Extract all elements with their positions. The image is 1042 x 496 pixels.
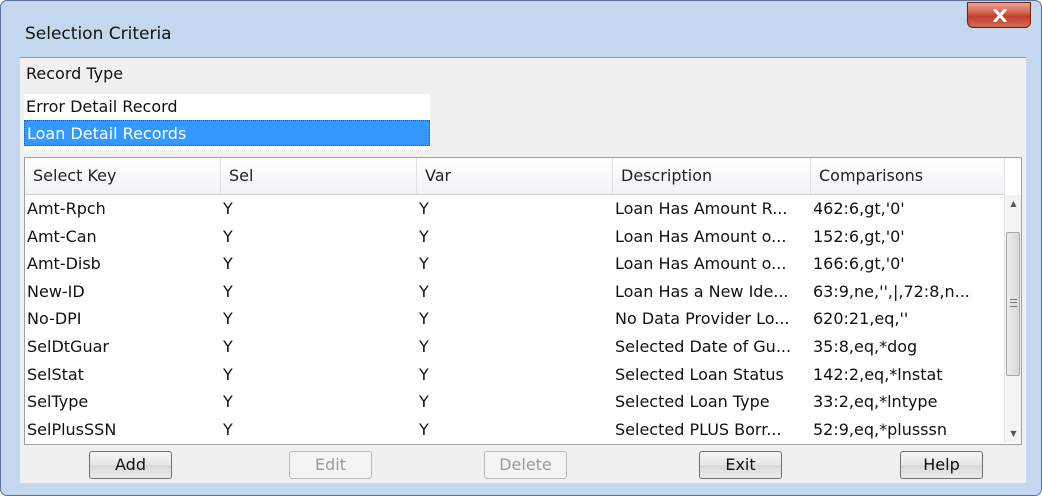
table-row[interactable]: No-DPI Y Y No Data Provider Lo... 620:21… <box>25 305 1005 333</box>
table-row[interactable]: SelPlusSSN Y Y Selected PLUS Borr... 52:… <box>25 416 1005 444</box>
table-row[interactable]: Amt-Rpch Y Y Loan Has Amount R... 462:6,… <box>25 195 1005 223</box>
table-row[interactable]: Amt-Disb Y Y Loan Has Amount o... 166:6,… <box>25 250 1005 278</box>
cell-select-key: New-ID <box>27 281 85 301</box>
cell-select-key: Amt-Can <box>27 226 97 246</box>
add-button[interactable]: Add <box>89 451 172 479</box>
cell-comparisons: 166:6,gt,'0' <box>813 254 905 274</box>
cell-sel: Y <box>223 226 233 246</box>
close-button[interactable] <box>967 2 1031 28</box>
column-header-description[interactable]: Description <box>613 158 811 194</box>
column-header-sel[interactable]: Sel <box>221 158 417 194</box>
grid-header: Select Key Sel Var Description Compariso… <box>25 158 1005 195</box>
cell-description: Loan Has a New Ide... <box>615 281 789 301</box>
cell-sel: Y <box>223 364 233 384</box>
cell-description: Selected Loan Type <box>615 392 770 412</box>
cell-select-key: Amt-Rpch <box>27 199 106 218</box>
cell-comparisons: 462:6,gt,'0' <box>813 199 905 218</box>
cell-description: No Data Provider Lo... <box>615 309 790 329</box>
cell-comparisons: 52:9,eq,*plusssn <box>813 419 947 439</box>
delete-button[interactable]: Delete <box>484 451 567 479</box>
cell-select-key: No-DPI <box>27 309 82 329</box>
cell-select-key: SelDtGuar <box>27 336 109 356</box>
cell-description: Selected Date of Gu... <box>615 336 792 356</box>
help-button[interactable]: Help <box>900 451 983 479</box>
title-bar[interactable]: Selection Criteria <box>1 1 1041 44</box>
column-header-var[interactable]: Var <box>417 158 613 194</box>
column-header-comparisons[interactable]: Comparisons <box>811 158 1005 194</box>
table-row[interactable]: New-ID Y Y Loan Has a New Ide... 63:9,ne… <box>25 278 1005 306</box>
cell-description: Selected PLUS Borr... <box>615 419 782 439</box>
cell-sel: Y <box>223 336 233 356</box>
vertical-scrollbar[interactable]: ▲ ▼ <box>1004 195 1021 442</box>
cell-comparisons: 35:8,eq,*dog <box>813 336 918 356</box>
exit-button[interactable]: Exit <box>699 451 782 479</box>
dialog-body: Record Type Error Detail Record Loan Det… <box>20 57 1026 483</box>
selection-keys-grid[interactable]: Select Key Sel Var Description Compariso… <box>24 157 1022 445</box>
cell-var: Y <box>419 226 429 246</box>
cell-sel: Y <box>223 199 233 218</box>
table-row[interactable]: SelStat Y Y Selected Loan Status 142:2,e… <box>25 361 1005 389</box>
cell-var: Y <box>419 419 429 439</box>
cell-description: Loan Has Amount o... <box>615 254 787 274</box>
record-type-label: Record Type <box>26 64 124 83</box>
cell-comparisons: 620:21,eq,'' <box>813 309 909 329</box>
grid-rows: Amt-Rpch Y Y Loan Has Amount R... 462:6,… <box>25 195 1005 443</box>
cell-sel: Y <box>223 419 233 439</box>
record-type-item-loan-detail[interactable]: Loan Detail Records <box>24 120 430 146</box>
cell-sel: Y <box>223 392 233 412</box>
scroll-down-arrow-icon[interactable]: ▼ <box>1005 425 1021 442</box>
record-type-item-error-detail[interactable]: Error Detail Record <box>24 94 430 120</box>
cell-sel: Y <box>223 281 233 301</box>
close-icon <box>993 9 1007 22</box>
cell-comparisons: 63:9,ne,'',|,72:8,n... <box>813 281 970 301</box>
cell-var: Y <box>419 364 429 384</box>
column-header-select-key[interactable]: Select Key <box>25 158 221 194</box>
cell-description: Loan Has Amount o... <box>615 226 787 246</box>
cell-comparisons: 142:2,eq,*lnstat <box>813 364 943 384</box>
cell-select-key: SelStat <box>27 364 84 384</box>
window-title: Selection Criteria <box>25 24 172 44</box>
table-row[interactable]: Amt-Can Y Y Loan Has Amount o... 152:6,g… <box>25 223 1005 251</box>
selection-criteria-window: Selection Criteria Record Type Error Det… <box>0 0 1042 496</box>
cell-description: Loan Has Amount R... <box>615 199 788 218</box>
grip-icon <box>1010 299 1017 307</box>
cell-var: Y <box>419 392 429 412</box>
cell-sel: Y <box>223 254 233 274</box>
table-row[interactable]: SelDtGuar Y Y Selected Date of Gu... 35:… <box>25 333 1005 361</box>
cell-sel: Y <box>223 309 233 329</box>
cell-comparisons: 152:6,gt,'0' <box>813 226 905 246</box>
cell-var: Y <box>419 281 429 301</box>
cell-var: Y <box>419 309 429 329</box>
cell-var: Y <box>419 336 429 356</box>
record-type-list[interactable]: Error Detail Record Loan Detail Records <box>24 94 430 150</box>
table-row[interactable]: SelType Y Y Selected Loan Type 33:2,eq,*… <box>25 388 1005 416</box>
cell-var: Y <box>419 254 429 274</box>
cell-select-key: Amt-Disb <box>27 254 101 274</box>
cell-description: Selected Loan Status <box>615 364 784 384</box>
scrollbar-thumb[interactable] <box>1006 232 1020 376</box>
edit-button[interactable]: Edit <box>289 451 372 479</box>
scroll-up-arrow-icon[interactable]: ▲ <box>1005 195 1021 212</box>
cell-select-key: SelType <box>27 392 89 412</box>
cell-var: Y <box>419 199 429 218</box>
cell-select-key: SelPlusSSN <box>27 419 117 439</box>
cell-comparisons: 33:2,eq,*lntype <box>813 392 938 412</box>
